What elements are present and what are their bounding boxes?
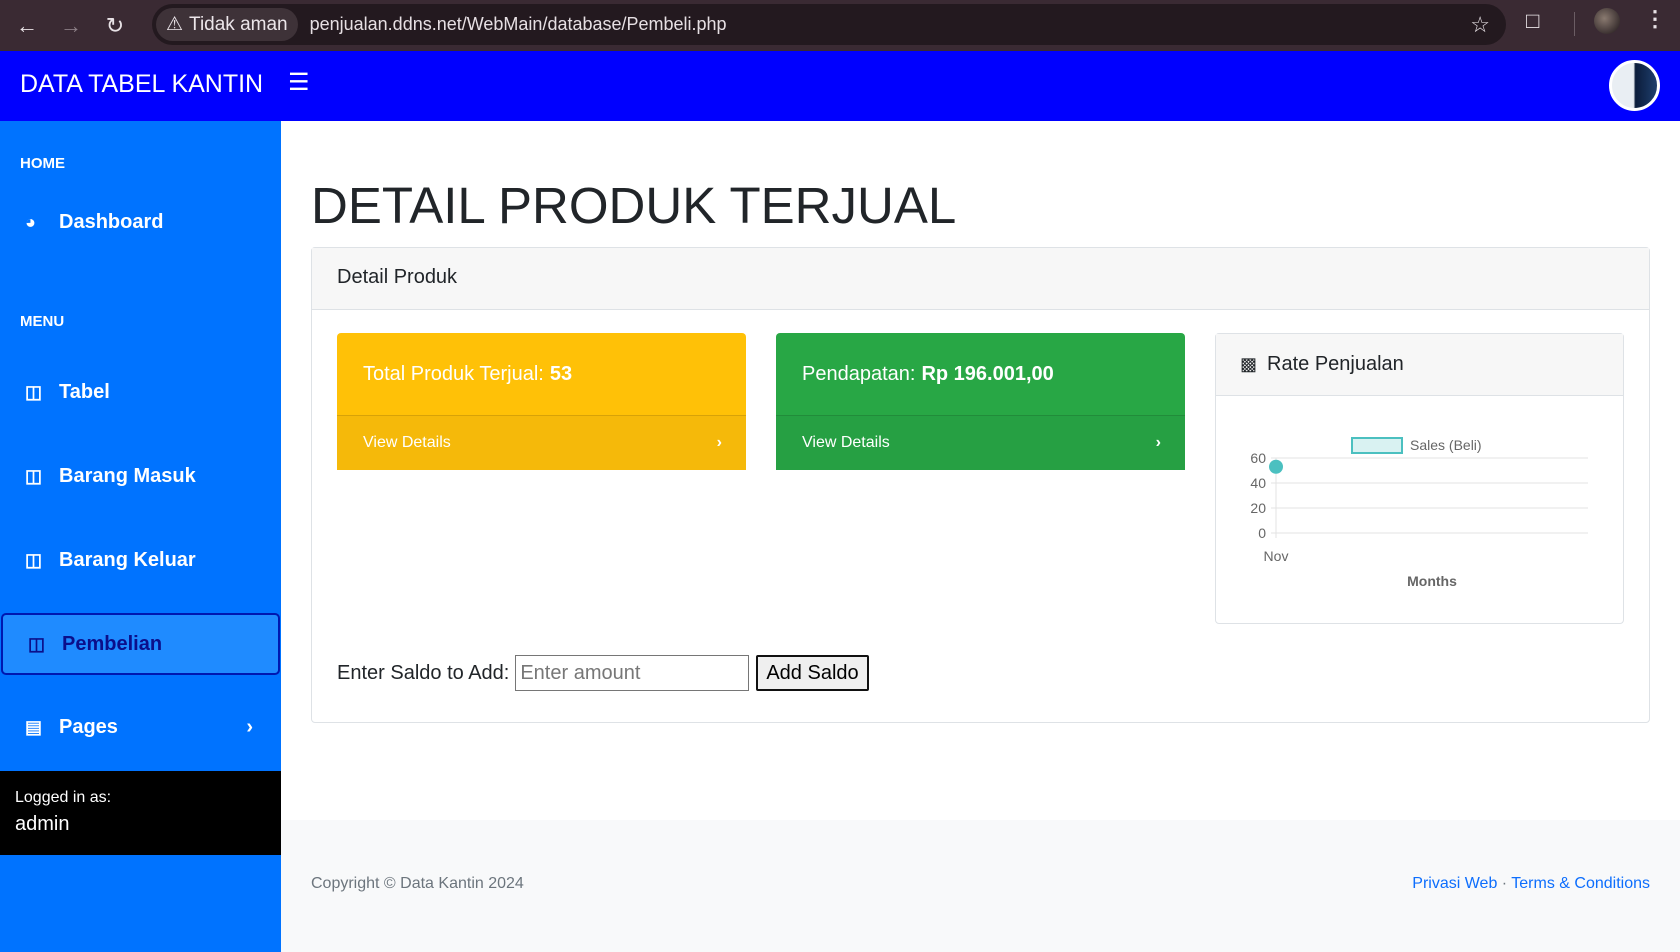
- footer-separator: ·: [1501, 875, 1508, 892]
- saldo-amount-input[interactable]: [515, 655, 750, 691]
- page-title: DETAIL PRODUK TERJUAL: [311, 177, 957, 234]
- browser-toolbar: ← → ↻ ⚠ Tidak aman penjualan.ddns.net/We…: [0, 0, 1680, 51]
- legend-label: Sales (Beli): [1410, 437, 1482, 453]
- rate-penjualan-card: ▩ Rate Penjualan Sales (Beli) 60 40 20 0 Nov M…: [1215, 333, 1624, 624]
- total-produk-card: Total Produk Terjual: 53 View Details ›: [337, 333, 746, 470]
- pendapatan-label: Pendapatan:: [802, 362, 916, 385]
- table-icon: ◫: [28, 633, 46, 654]
- x-axis-label: Months: [1407, 573, 1457, 589]
- sidebar-item-label: Tabel: [59, 380, 110, 403]
- y-tick-label: 20: [1250, 500, 1266, 516]
- legend-swatch: [1351, 437, 1403, 454]
- table-icon: ◫: [25, 381, 43, 402]
- saldo-form: Enter Saldo to Add: Add Saldo: [337, 655, 869, 691]
- extensions-icon[interactable]: □: [1526, 8, 1539, 34]
- gauge-icon: ◕: [25, 211, 36, 232]
- url-text[interactable]: penjualan.ddns.net/WebMain/database/Pemb…: [310, 14, 727, 35]
- top-navbar: DATA TABEL KANTIN ☰: [0, 51, 1680, 121]
- privacy-link[interactable]: Privasi Web: [1412, 875, 1497, 892]
- address-bar[interactable]: ⚠ Tidak aman penjualan.ddns.net/WebMain/…: [152, 4, 1506, 45]
- pendapatan-text: Pendapatan: Rp 196.001,00: [776, 333, 1185, 415]
- navbar-brand[interactable]: DATA TABEL KANTIN: [20, 70, 263, 99]
- y-tick-label: 60: [1250, 450, 1266, 466]
- toolbar-divider: [1574, 12, 1575, 36]
- total-produk-text: Total Produk Terjual: 53: [337, 333, 746, 415]
- logged-in-username: admin: [15, 813, 70, 835]
- sidebar: HOME ◕ Dashboard MENU ◫ Tabel ◫ Barang M…: [0, 121, 281, 952]
- sidebar-item-pages[interactable]: ▤ Pages ›: [0, 696, 281, 758]
- logged-in-label: Logged in as:: [15, 789, 112, 806]
- table-icon: ◫: [25, 465, 43, 486]
- sidebar-footer: Logged in as: admin: [0, 771, 281, 855]
- sales-line-chart: Sales (Beli) 60 40 20 0 Nov Months: [1250, 437, 1588, 589]
- data-point: [1269, 459, 1283, 474]
- profile-avatar-icon[interactable]: [1594, 8, 1620, 34]
- security-chip[interactable]: ⚠ Tidak aman: [156, 8, 298, 41]
- terms-link[interactable]: Terms & Conditions: [1511, 875, 1650, 892]
- total-produk-label: Total Produk Terjual:: [363, 362, 544, 385]
- footer-links: Privasi Web · Terms & Conditions: [1412, 875, 1650, 893]
- chart-card-title: Rate Penjualan: [1267, 353, 1404, 375]
- sidebar-item-label: Pembelian: [62, 632, 163, 655]
- saldo-label: Enter Saldo to Add:: [337, 661, 510, 684]
- sidebar-item-label: Barang Masuk: [59, 464, 196, 487]
- security-label: Tidak aman: [189, 13, 288, 35]
- user-avatar[interactable]: [1609, 60, 1660, 111]
- sidebar-heading-home: HOME: [20, 155, 65, 172]
- chevron-right-icon: ›: [246, 715, 253, 738]
- card-header: Detail Produk: [312, 248, 1649, 310]
- pendapatan-card: Pendapatan: Rp 196.001,00 View Details ›: [776, 333, 1185, 470]
- y-tick-label: 0: [1258, 525, 1266, 541]
- chevron-right-icon: ›: [1155, 434, 1161, 451]
- sidebar-heading-menu: MENU: [20, 313, 65, 330]
- table-icon: ◫: [25, 549, 43, 570]
- chevron-right-icon: ›: [716, 434, 722, 451]
- bar-chart-icon: ▩: [1240, 354, 1258, 374]
- view-details-link[interactable]: View Details: [363, 434, 451, 452]
- total-produk-value: 53: [549, 362, 573, 385]
- back-arrow-icon[interactable]: ←: [5, 4, 49, 48]
- view-details-link[interactable]: View Details: [802, 434, 890, 452]
- sidebar-item-label: Pages: [59, 715, 118, 738]
- sidebar-item-pembelian[interactable]: ◫ Pembelian: [1, 613, 280, 675]
- sidebar-item-label: Dashboard: [59, 210, 164, 233]
- reload-icon[interactable]: ↻: [93, 4, 137, 48]
- book-icon: ▤: [25, 716, 43, 737]
- sidebar-item-dashboard[interactable]: ◕ Dashboard: [0, 191, 281, 253]
- hamburger-menu-icon[interactable]: ☰: [288, 68, 310, 97]
- sidebar-item-tabel[interactable]: ◫ Tabel: [0, 361, 281, 423]
- y-tick-label: 40: [1250, 475, 1266, 491]
- sidebar-item-barang-keluar[interactable]: ◫ Barang Keluar: [0, 529, 281, 591]
- sidebar-item-label: Barang Keluar: [59, 548, 196, 571]
- warning-triangle-icon: ⚠: [166, 14, 184, 35]
- x-tick-label: Nov: [1264, 548, 1289, 564]
- page-footer: Copyright © Data Kantin 2024 Privasi Web…: [281, 820, 1680, 952]
- sidebar-item-barang-masuk[interactable]: ◫ Barang Masuk: [0, 445, 281, 507]
- browser-menu-icon[interactable]: ⋮: [1644, 6, 1666, 32]
- pendapatan-value: Rp 196.001,00: [921, 362, 1054, 385]
- bookmark-star-icon[interactable]: ☆: [1470, 12, 1490, 38]
- chart-card-header: ▩ Rate Penjualan: [1216, 334, 1623, 396]
- pendapatan-view-details[interactable]: View Details ›: [776, 415, 1185, 470]
- forward-arrow-icon[interactable]: →: [49, 4, 93, 48]
- total-produk-view-details[interactable]: View Details ›: [337, 415, 746, 470]
- copyright-text: Copyright © Data Kantin 2024: [311, 875, 524, 892]
- add-saldo-button[interactable]: Add Saldo: [756, 655, 869, 691]
